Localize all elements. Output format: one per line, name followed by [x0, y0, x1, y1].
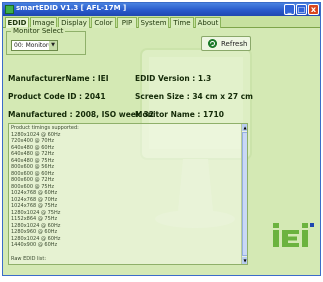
refresh-icon: [208, 39, 217, 48]
screen-size: Screen Size : 34 cm x 27 cm: [135, 92, 253, 101]
monitor-name: Monitor Name : 1710: [135, 110, 224, 119]
title-bar[interactable]: smartEDID V1.3 [ AFL-17M ] _ □ x: [3, 3, 320, 16]
app-window: smartEDID V1.3 [ AFL-17M ] _ □ x EDID Im…: [2, 2, 321, 276]
tab-color[interactable]: Color: [91, 17, 116, 28]
tab-time[interactable]: Time: [170, 17, 194, 28]
monitor-select-dropdown[interactable]: 00: Monitor00 ▼: [11, 40, 58, 51]
monitor-select-group: Monitor Select 00: Monitor00 ▼: [6, 27, 86, 55]
app-icon: [5, 5, 14, 14]
timings-list-box[interactable]: Product timings supported: 1280x1024 @ 60…: [8, 123, 248, 265]
product-code: Product Code ID : 2041: [8, 92, 106, 101]
list-item: Product timings supported:: [11, 125, 79, 131]
refresh-label: Refresh: [221, 40, 248, 48]
list-scrollbar[interactable]: ▲ ▼: [241, 124, 247, 264]
timings-list: Product timings supported: 1280x1024 @ 60…: [11, 125, 79, 249]
minimize-button[interactable]: _: [284, 4, 295, 15]
iei-logo: [273, 223, 314, 247]
refresh-button[interactable]: Refresh: [201, 36, 251, 51]
raw-edid-label: Raw EDID list:: [11, 256, 47, 262]
close-button[interactable]: x: [308, 4, 319, 15]
tab-system[interactable]: System: [138, 17, 169, 28]
manufactured-date: Manufactured : 2008, ISO week 32: [8, 110, 154, 119]
chevron-down-icon[interactable]: ▼: [49, 41, 57, 50]
tab-pip[interactable]: PIP: [117, 17, 137, 28]
tab-about[interactable]: About: [195, 17, 221, 28]
scroll-down-icon[interactable]: ▼: [242, 257, 247, 264]
list-item: 1440x900 @ 60Hz: [11, 242, 58, 248]
scroll-up-icon[interactable]: ▲: [242, 124, 247, 131]
manufacturer-name: ManufacturerName : IEI: [8, 74, 109, 83]
maximize-button[interactable]: □: [296, 4, 307, 15]
window-title: smartEDID V1.3 [ AFL-17M ]: [16, 4, 127, 12]
scroll-thumb[interactable]: [242, 132, 247, 256]
edid-version: EDID Version : 1.3: [135, 74, 212, 83]
monitor-select-legend: Monitor Select: [11, 27, 66, 35]
